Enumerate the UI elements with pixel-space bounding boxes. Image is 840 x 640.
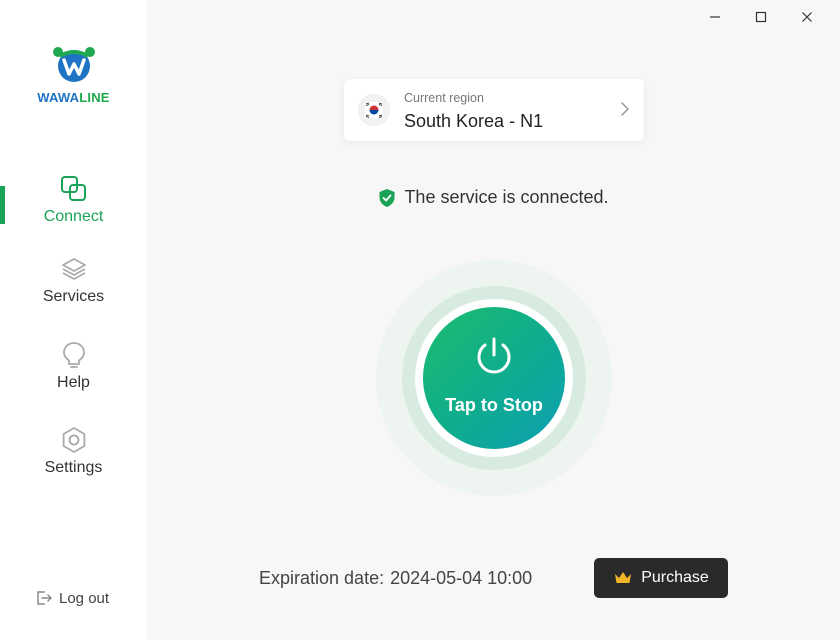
- purchase-button[interactable]: Purchase: [594, 558, 728, 598]
- sidebar-item-help[interactable]: Help: [0, 340, 147, 392]
- south-korea-flag-icon: [358, 94, 390, 126]
- power-label: Tap to Stop: [445, 395, 543, 415]
- power-control: Tap to Stop: [376, 260, 612, 496]
- maximize-icon: [755, 11, 767, 23]
- logout-label: Log out: [59, 589, 110, 607]
- connection-status: The service is connected.: [0, 187, 840, 208]
- expiration-label: Expiration date:: [259, 568, 385, 588]
- region-name: South Korea - N1: [404, 111, 544, 131]
- app-name: WAWALINE: [37, 90, 110, 105]
- lightbulb-icon: [59, 340, 89, 370]
- sidebar-item-label: Help: [57, 374, 90, 391]
- close-button[interactable]: [784, 6, 830, 28]
- logout-icon: [37, 591, 52, 605]
- sidebar-item-label: Settings: [44, 459, 103, 476]
- sidebar-item-label: Services: [42, 288, 105, 305]
- expiration-value: 2024-05-04 10:00: [390, 568, 533, 588]
- sidebar-item-label: Connect: [43, 208, 104, 225]
- sidebar-item-services[interactable]: Services: [0, 254, 147, 306]
- expiration-info: Expiration date: 2024-05-04 10:00: [259, 568, 532, 589]
- shield-check-icon: [379, 188, 395, 207]
- logout-button[interactable]: Log out: [35, 589, 109, 607]
- close-icon: [802, 12, 812, 22]
- crown-icon: [615, 572, 632, 583]
- minimize-icon: [710, 16, 720, 18]
- hexagon-gear-icon: [59, 425, 89, 455]
- sidebar-item-settings[interactable]: Settings: [0, 425, 147, 477]
- status-text: The service is connected.: [404, 187, 609, 207]
- region-selector[interactable]: Current region South Korea - N1: [344, 79, 644, 141]
- sidebar: WAWALINE Connect Services Help Settings …: [0, 0, 147, 640]
- layers-icon: [59, 254, 89, 284]
- maximize-button[interactable]: [738, 6, 784, 28]
- tap-to-stop-button[interactable]: Tap to Stop: [423, 307, 565, 449]
- window-controls: [692, 6, 830, 28]
- chevron-right-icon: [620, 101, 630, 122]
- power-icon: [473, 335, 515, 382]
- purchase-label: Purchase: [641, 569, 709, 586]
- region-caption: Current region: [404, 91, 484, 105]
- wawaline-logo-icon: [52, 44, 96, 84]
- app-logo: WAWALINE: [0, 44, 147, 105]
- minimize-button[interactable]: [692, 6, 738, 28]
